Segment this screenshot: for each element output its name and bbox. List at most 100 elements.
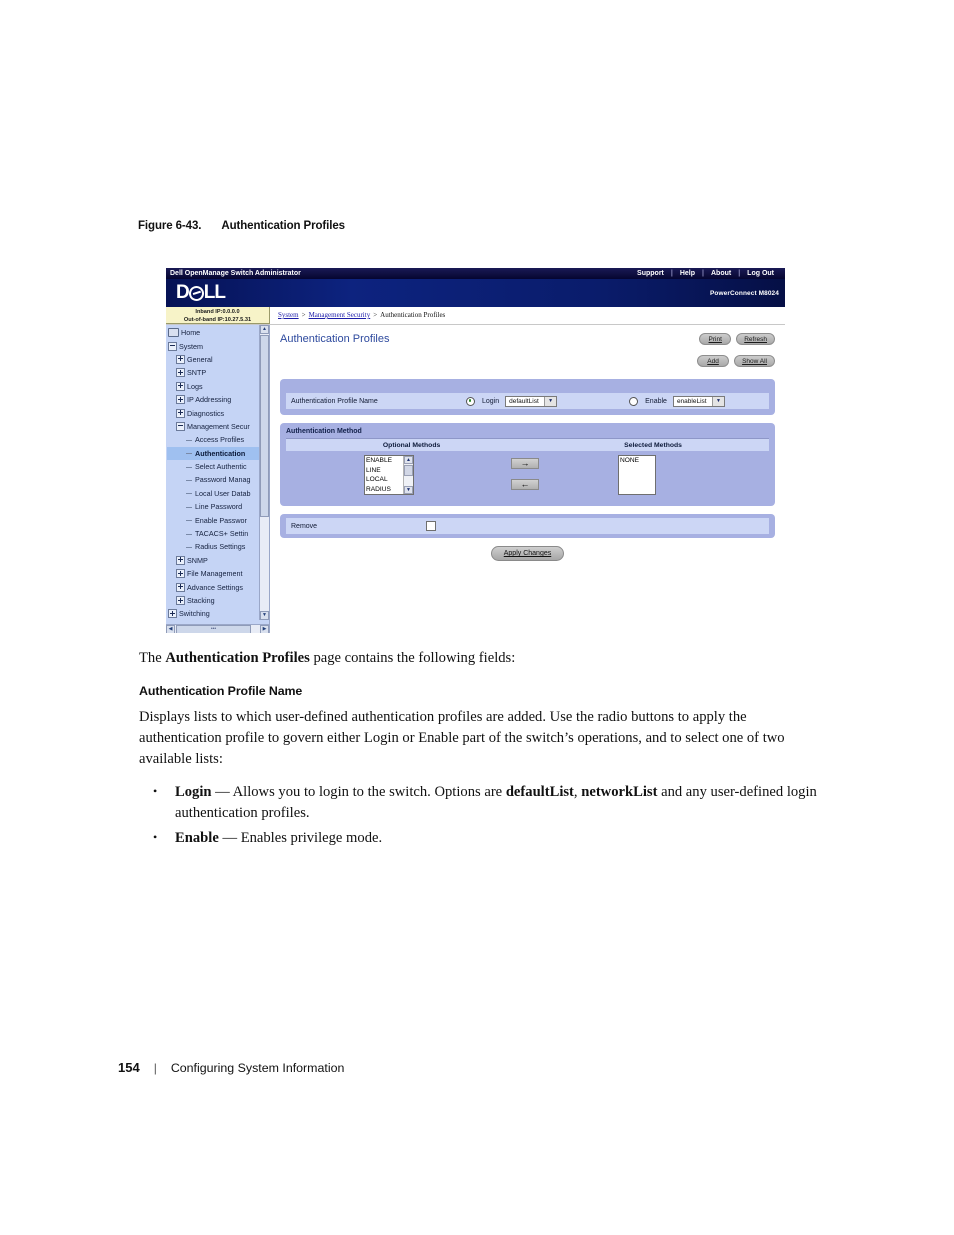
enable-radio[interactable] [629, 396, 639, 406]
figure-caption: Figure 6-43. Authentication Profiles [138, 220, 345, 232]
body-text: The Authentication Profiles page contain… [139, 648, 819, 853]
figure-number: Figure 6-43. [138, 220, 202, 232]
enable-list-select[interactable]: enableList ▼ [672, 395, 725, 407]
enable-list-value: enableList [676, 397, 707, 405]
scrollbar-thumb[interactable] [404, 465, 413, 476]
page-header: Authentication Profiles Print Refresh Ad… [280, 333, 775, 379]
top-nav-help[interactable]: Help [673, 270, 702, 277]
remove-checkbox[interactable] [426, 521, 436, 531]
home-icon [168, 328, 179, 338]
sidebar-item-label: Access Profiles [195, 435, 245, 445]
sidebar-item-radius-settings[interactable]: Radius Settings [167, 540, 262, 553]
breadcrumb-link-management-security[interactable]: Management Security [309, 311, 371, 319]
sidebar-item-label: TACACS+ Settin [195, 529, 249, 539]
login-list-select[interactable]: defaultList ▼ [505, 395, 558, 407]
show-all-button[interactable]: Show All [734, 355, 775, 367]
sidebar-item-logs[interactable]: Logs [167, 380, 262, 393]
bullet-bold-b: networkList [581, 784, 658, 800]
sidebar-item-enable-password[interactable]: Enable Passwor [167, 513, 262, 526]
print-button[interactable]: Print [699, 333, 732, 345]
dell-logo-d: D [176, 282, 190, 303]
expand-plus-icon[interactable] [176, 354, 185, 364]
tree-dash-icon [185, 436, 193, 444]
application-screenshot: Dell OpenManage Switch Administrator Sup… [166, 268, 785, 633]
scrollbar-thumb[interactable] [260, 335, 269, 517]
sidebar-item-file-management[interactable]: File Management [167, 567, 262, 580]
scroll-up-icon[interactable]: ▲ [260, 325, 269, 334]
sidebar-item-local-user-database[interactable]: Local User Datab [167, 487, 262, 500]
chevron-down-icon[interactable]: ▼ [544, 396, 557, 406]
sidebar-item-ip-addressing[interactable]: IP Addressing [167, 393, 262, 406]
top-nav-about[interactable]: About [704, 270, 738, 277]
scroll-right-icon[interactable]: ▶ [260, 625, 269, 633]
sidebar-item-label: Line Password [195, 502, 243, 512]
expand-plus-icon[interactable] [176, 582, 185, 592]
sidebar-item-access-profiles[interactable]: Access Profiles [167, 433, 262, 446]
tree-dash-icon [185, 543, 193, 551]
bullet-text-a: Allows you to login to the switch. Optio… [232, 784, 506, 800]
scroll-left-icon[interactable]: ◀ [166, 625, 175, 633]
footer-divider: | [153, 1061, 157, 1075]
chevron-down-icon[interactable]: ▼ [711, 396, 724, 406]
expand-plus-icon[interactable] [176, 555, 185, 565]
selected-methods-listbox[interactable]: NONE [618, 455, 656, 495]
collapse-minus-icon[interactable] [168, 341, 177, 351]
ip-info-box: Inband IP:0.0.0.0 Out-of-band IP:10.27.5… [166, 307, 270, 324]
scrollbar-thumb[interactable]: ••• [176, 625, 251, 633]
scroll-down-icon[interactable]: ▼ [260, 611, 269, 620]
expand-plus-icon[interactable] [176, 596, 185, 605]
sidebar-item-general[interactable]: General [167, 353, 262, 366]
sidebar-item-diagnostics[interactable]: Diagnostics [167, 406, 262, 419]
bullet-term: Login [175, 784, 212, 800]
add-method-arrow-right-icon[interactable]: → [511, 458, 539, 469]
tree-dash-icon [185, 489, 193, 497]
sidebar-vertical-scrollbar[interactable]: ▲ ▼ [259, 325, 269, 620]
authentication-profile-name-row: Authentication Profile Name Login defaul… [286, 393, 769, 409]
breadcrumb-arrow: > [301, 311, 306, 319]
login-radio[interactable] [466, 396, 475, 406]
sidebar-item-system[interactable]: System [167, 339, 262, 352]
optional-methods-listbox[interactable]: ENABLE LINE LOCAL RADIUS ▲ ▼ [364, 455, 414, 495]
sidebar-item-stacking[interactable]: Stacking [167, 594, 262, 607]
tree-dash-icon [185, 530, 193, 538]
expand-plus-icon[interactable] [176, 395, 185, 405]
add-button[interactable]: Add [697, 355, 730, 367]
scroll-up-icon[interactable]: ▲ [404, 456, 413, 464]
sidebar-item-line-password[interactable]: Line Password [167, 500, 262, 513]
sidebar-item-home[interactable]: Home [167, 326, 262, 339]
top-nav-support[interactable]: Support [630, 270, 671, 277]
sidebar-item-sntp[interactable]: SNTP [167, 366, 262, 379]
sidebar-item-switching[interactable]: Switching [167, 607, 262, 620]
remove-label: Remove [291, 522, 318, 530]
refresh-button[interactable]: Refresh [736, 333, 775, 345]
listbox-scrollbar[interactable]: ▲ ▼ [403, 456, 413, 494]
remove-method-arrow-left-icon[interactable]: ← [511, 479, 539, 490]
sidebar-horizontal-scrollbar[interactable]: ◀ ••• ▶ [166, 624, 269, 633]
sidebar-item-snmp[interactable]: SNMP [167, 554, 262, 567]
expand-plus-icon[interactable] [176, 408, 185, 418]
expand-plus-icon[interactable] [176, 368, 185, 378]
apply-changes-button[interactable]: Apply Changes [490, 546, 565, 561]
breadcrumb-current: Authentication Profiles [380, 311, 446, 319]
collapse-minus-icon[interactable] [176, 421, 185, 431]
remove-panel: Remove [280, 514, 775, 538]
page-number: 154 [118, 1060, 140, 1075]
breadcrumb-link-system[interactable]: System [278, 311, 299, 319]
sidebar-item-management-security[interactable]: Management Secur [167, 420, 262, 433]
sidebar-navigation: Home System General SNTP Logs IP Address… [166, 325, 270, 633]
top-nav-log-out[interactable]: Log Out [740, 270, 781, 277]
sidebar-item-advance-settings[interactable]: Advance Settings [167, 580, 262, 593]
expand-plus-icon[interactable] [176, 381, 185, 391]
sidebar-item-label: Authentication [195, 448, 246, 458]
sidebar-item-password-management[interactable]: Password Manag [167, 473, 262, 486]
sidebar-item-tacacs-settings[interactable]: TACACS+ Settin [167, 527, 262, 540]
list-item[interactable]: NONE [620, 456, 654, 466]
sidebar-item-label: Stacking [187, 596, 215, 605]
out-of-band-ip: Out-of-band IP:10.27.5.31 [183, 317, 252, 323]
expand-plus-icon[interactable] [176, 569, 185, 579]
sidebar-item-select-authentication[interactable]: Select Authentic [167, 460, 262, 473]
expand-plus-icon[interactable] [168, 609, 177, 619]
action-buttons-row-2: Add Show All [697, 355, 775, 367]
sidebar-item-authentication[interactable]: Authentication [167, 446, 262, 460]
scroll-down-icon[interactable]: ▼ [404, 486, 413, 494]
